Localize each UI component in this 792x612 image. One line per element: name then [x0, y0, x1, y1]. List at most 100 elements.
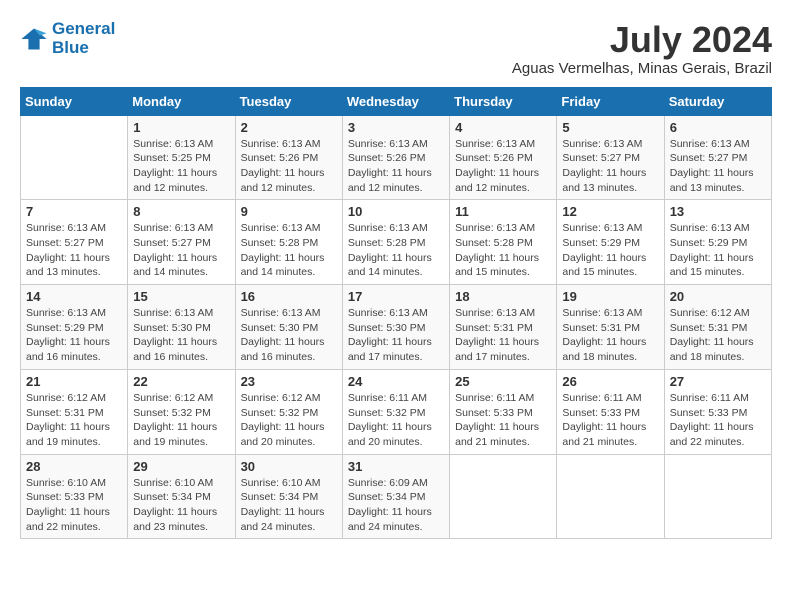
day-detail: Sunrise: 6:10 AMSunset: 5:33 PMDaylight:…: [26, 477, 110, 533]
table-row: 1 Sunrise: 6:13 AMSunset: 5:25 PMDayligh…: [128, 115, 235, 200]
day-detail: Sunrise: 6:12 AMSunset: 5:32 PMDaylight:…: [133, 392, 217, 448]
table-row: 24 Sunrise: 6:11 AMSunset: 5:32 PMDaylig…: [342, 369, 449, 454]
header-tuesday: Tuesday: [235, 87, 342, 115]
day-number: 1: [133, 120, 229, 135]
day-number: 21: [26, 374, 122, 389]
table-row: 30 Sunrise: 6:10 AMSunset: 5:34 PMDaylig…: [235, 454, 342, 539]
table-row: 8 Sunrise: 6:13 AMSunset: 5:27 PMDayligh…: [128, 200, 235, 285]
title-block: July 2024 Aguas Vermelhas, Minas Gerais,…: [512, 20, 772, 77]
table-row: [450, 454, 557, 539]
header-sunday: Sunday: [21, 87, 128, 115]
day-number: 20: [670, 289, 766, 304]
day-detail: Sunrise: 6:13 AMSunset: 5:30 PMDaylight:…: [348, 307, 432, 363]
table-row: 3 Sunrise: 6:13 AMSunset: 5:26 PMDayligh…: [342, 115, 449, 200]
table-row: 26 Sunrise: 6:11 AMSunset: 5:33 PMDaylig…: [557, 369, 664, 454]
day-detail: Sunrise: 6:13 AMSunset: 5:29 PMDaylight:…: [670, 222, 754, 278]
day-number: 30: [241, 459, 337, 474]
day-number: 15: [133, 289, 229, 304]
table-row: 27 Sunrise: 6:11 AMSunset: 5:33 PMDaylig…: [664, 369, 771, 454]
day-detail: Sunrise: 6:11 AMSunset: 5:33 PMDaylight:…: [670, 392, 754, 448]
day-number: 23: [241, 374, 337, 389]
table-row: 14 Sunrise: 6:13 AMSunset: 5:29 PMDaylig…: [21, 285, 128, 370]
day-detail: Sunrise: 6:11 AMSunset: 5:33 PMDaylight:…: [455, 392, 539, 448]
table-row: 9 Sunrise: 6:13 AMSunset: 5:28 PMDayligh…: [235, 200, 342, 285]
day-detail: Sunrise: 6:13 AMSunset: 5:26 PMDaylight:…: [455, 138, 539, 194]
day-number: 22: [133, 374, 229, 389]
calendar-week-1: 1 Sunrise: 6:13 AMSunset: 5:25 PMDayligh…: [21, 115, 772, 200]
day-detail: Sunrise: 6:13 AMSunset: 5:28 PMDaylight:…: [241, 222, 325, 278]
table-row: 31 Sunrise: 6:09 AMSunset: 5:34 PMDaylig…: [342, 454, 449, 539]
day-detail: Sunrise: 6:13 AMSunset: 5:28 PMDaylight:…: [348, 222, 432, 278]
calendar-table: Sunday Monday Tuesday Wednesday Thursday…: [20, 87, 772, 540]
day-number: 7: [26, 204, 122, 219]
day-number: 6: [670, 120, 766, 135]
table-row: 5 Sunrise: 6:13 AMSunset: 5:27 PMDayligh…: [557, 115, 664, 200]
day-number: 2: [241, 120, 337, 135]
table-row: 28 Sunrise: 6:10 AMSunset: 5:33 PMDaylig…: [21, 454, 128, 539]
day-number: 11: [455, 204, 551, 219]
calendar-week-2: 7 Sunrise: 6:13 AMSunset: 5:27 PMDayligh…: [21, 200, 772, 285]
table-row: 7 Sunrise: 6:13 AMSunset: 5:27 PMDayligh…: [21, 200, 128, 285]
table-row: 29 Sunrise: 6:10 AMSunset: 5:34 PMDaylig…: [128, 454, 235, 539]
table-row: 22 Sunrise: 6:12 AMSunset: 5:32 PMDaylig…: [128, 369, 235, 454]
day-number: 28: [26, 459, 122, 474]
page-header: General Blue July 2024 Aguas Vermelhas, …: [20, 20, 772, 77]
day-detail: Sunrise: 6:13 AMSunset: 5:30 PMDaylight:…: [133, 307, 217, 363]
header-friday: Friday: [557, 87, 664, 115]
header-wednesday: Wednesday: [342, 87, 449, 115]
location: Aguas Vermelhas, Minas Gerais, Brazil: [512, 60, 772, 77]
day-detail: Sunrise: 6:12 AMSunset: 5:32 PMDaylight:…: [241, 392, 325, 448]
day-number: 27: [670, 374, 766, 389]
day-detail: Sunrise: 6:13 AMSunset: 5:28 PMDaylight:…: [455, 222, 539, 278]
table-row: 23 Sunrise: 6:12 AMSunset: 5:32 PMDaylig…: [235, 369, 342, 454]
table-row: 19 Sunrise: 6:13 AMSunset: 5:31 PMDaylig…: [557, 285, 664, 370]
table-row: 11 Sunrise: 6:13 AMSunset: 5:28 PMDaylig…: [450, 200, 557, 285]
logo: General Blue: [20, 20, 115, 57]
day-number: 8: [133, 204, 229, 219]
table-row: 2 Sunrise: 6:13 AMSunset: 5:26 PMDayligh…: [235, 115, 342, 200]
day-detail: Sunrise: 6:10 AMSunset: 5:34 PMDaylight:…: [241, 477, 325, 533]
calendar-week-5: 28 Sunrise: 6:10 AMSunset: 5:33 PMDaylig…: [21, 454, 772, 539]
day-detail: Sunrise: 6:10 AMSunset: 5:34 PMDaylight:…: [133, 477, 217, 533]
day-detail: Sunrise: 6:13 AMSunset: 5:26 PMDaylight:…: [241, 138, 325, 194]
day-detail: Sunrise: 6:13 AMSunset: 5:29 PMDaylight:…: [26, 307, 110, 363]
day-number: 10: [348, 204, 444, 219]
day-number: 25: [455, 374, 551, 389]
logo-icon: [20, 25, 48, 53]
day-number: 14: [26, 289, 122, 304]
day-number: 9: [241, 204, 337, 219]
day-detail: Sunrise: 6:13 AMSunset: 5:25 PMDaylight:…: [133, 138, 217, 194]
day-number: 5: [562, 120, 658, 135]
table-row: 25 Sunrise: 6:11 AMSunset: 5:33 PMDaylig…: [450, 369, 557, 454]
day-detail: Sunrise: 6:13 AMSunset: 5:31 PMDaylight:…: [455, 307, 539, 363]
table-row: 10 Sunrise: 6:13 AMSunset: 5:28 PMDaylig…: [342, 200, 449, 285]
table-row: 17 Sunrise: 6:13 AMSunset: 5:30 PMDaylig…: [342, 285, 449, 370]
table-row: [664, 454, 771, 539]
day-number: 18: [455, 289, 551, 304]
calendar-week-3: 14 Sunrise: 6:13 AMSunset: 5:29 PMDaylig…: [21, 285, 772, 370]
day-number: 19: [562, 289, 658, 304]
weekday-header-row: Sunday Monday Tuesday Wednesday Thursday…: [21, 87, 772, 115]
day-detail: Sunrise: 6:13 AMSunset: 5:26 PMDaylight:…: [348, 138, 432, 194]
day-detail: Sunrise: 6:11 AMSunset: 5:33 PMDaylight:…: [562, 392, 646, 448]
day-detail: Sunrise: 6:13 AMSunset: 5:29 PMDaylight:…: [562, 222, 646, 278]
table-row: [557, 454, 664, 539]
day-detail: Sunrise: 6:13 AMSunset: 5:31 PMDaylight:…: [562, 307, 646, 363]
day-number: 3: [348, 120, 444, 135]
table-row: 18 Sunrise: 6:13 AMSunset: 5:31 PMDaylig…: [450, 285, 557, 370]
table-row: 13 Sunrise: 6:13 AMSunset: 5:29 PMDaylig…: [664, 200, 771, 285]
day-detail: Sunrise: 6:12 AMSunset: 5:31 PMDaylight:…: [670, 307, 754, 363]
day-detail: Sunrise: 6:13 AMSunset: 5:27 PMDaylight:…: [670, 138, 754, 194]
header-saturday: Saturday: [664, 87, 771, 115]
logo-text: General Blue: [52, 20, 115, 57]
table-row: 21 Sunrise: 6:12 AMSunset: 5:31 PMDaylig…: [21, 369, 128, 454]
table-row: 6 Sunrise: 6:13 AMSunset: 5:27 PMDayligh…: [664, 115, 771, 200]
day-detail: Sunrise: 6:13 AMSunset: 5:27 PMDaylight:…: [562, 138, 646, 194]
day-number: 31: [348, 459, 444, 474]
day-number: 13: [670, 204, 766, 219]
day-number: 12: [562, 204, 658, 219]
header-thursday: Thursday: [450, 87, 557, 115]
month-title: July 2024: [512, 20, 772, 60]
table-row: 16 Sunrise: 6:13 AMSunset: 5:30 PMDaylig…: [235, 285, 342, 370]
day-number: 4: [455, 120, 551, 135]
